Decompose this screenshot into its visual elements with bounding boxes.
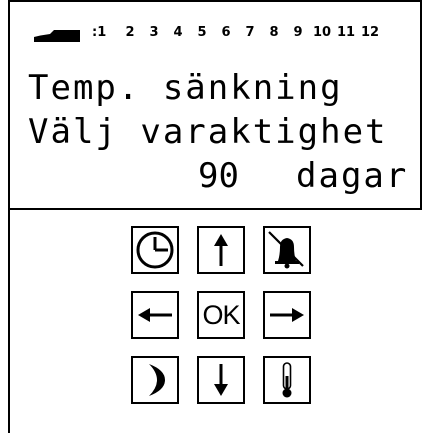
ok-key[interactable]: OK <box>197 291 245 339</box>
thermometer-key[interactable] <box>263 356 311 404</box>
day-number: 6 <box>221 25 231 40</box>
day-number: 7 <box>245 25 255 40</box>
arrow-left-icon <box>138 308 172 322</box>
panel-frame-left <box>8 0 10 433</box>
moon-icon <box>149 364 165 396</box>
day-number: 2 <box>125 25 135 40</box>
alarm-off-key[interactable] <box>263 226 311 274</box>
day-number: 3 <box>149 25 159 40</box>
duration-unit: dagar <box>296 156 409 196</box>
arrow-right-icon <box>270 308 304 322</box>
display-frame-bottom <box>8 208 422 210</box>
night-key[interactable] <box>131 356 179 404</box>
bell-crossed-icon <box>268 231 304 269</box>
day-number: 11 <box>336 25 356 40</box>
lcd-prompt-line: Välj varaktighet <box>28 112 388 152</box>
duration-value: 90 <box>198 156 239 196</box>
clock-key[interactable] <box>131 226 179 274</box>
day-number: :1 <box>92 25 107 40</box>
day-number: 8 <box>269 25 279 40</box>
right-key[interactable] <box>263 291 311 339</box>
day-number: 12 <box>360 25 380 40</box>
day-number: 4 <box>173 25 183 40</box>
clock-icon <box>136 231 174 269</box>
thermometer-icon <box>282 362 292 398</box>
display-frame-right <box>420 0 422 210</box>
ok-label: OK <box>202 299 240 330</box>
arrow-up-icon <box>214 234 228 266</box>
bed-icon <box>34 30 80 42</box>
up-key[interactable] <box>197 226 245 274</box>
day-number-row: :1 2 3 4 5 6 7 8 9 10 11 12 <box>92 25 382 40</box>
lcd-title-line: Temp. sänkning <box>28 68 343 108</box>
day-number: 9 <box>293 25 303 40</box>
arrow-down-icon <box>214 364 228 396</box>
day-number: 10 <box>312 25 332 40</box>
day-number: 5 <box>197 25 207 40</box>
display-frame-top <box>8 0 422 2</box>
down-key[interactable] <box>197 356 245 404</box>
left-key[interactable] <box>131 291 179 339</box>
